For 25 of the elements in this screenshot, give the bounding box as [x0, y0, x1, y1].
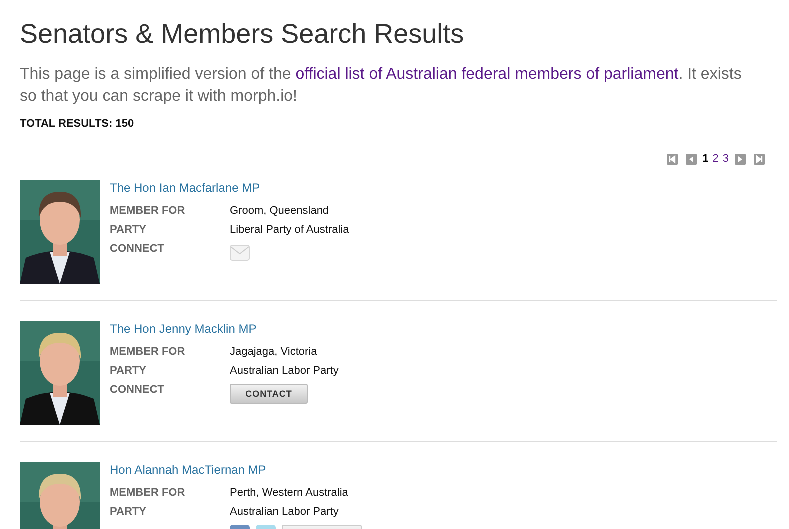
party-text: Australian Labor Party [230, 505, 339, 520]
field-label: PARTY [110, 223, 148, 238]
page-link[interactable]: 3 [722, 153, 729, 165]
field-label: CONNECT [110, 243, 164, 255]
intro-text: This page is a simplified version of the official list of Australian federal members of parliament. It exists so that you can scrape it with morph.io! [20, 65, 743, 107]
official-list-link[interactable]: official list of Australian federal members of parliament [296, 66, 679, 83]
field-label: MEMBER FOR [110, 204, 186, 219]
member-name-link[interactable]: Hon Alannah MacTiernan MP [110, 462, 362, 478]
party-text: Australian Labor Party [230, 364, 339, 379]
field-label: PARTY [110, 364, 148, 379]
member-name-link[interactable]: The Hon Jenny Macklin MP [110, 321, 339, 337]
field-label: MEMBER FOR [110, 345, 186, 360]
page-title: Senators & Members Search Results [20, 18, 466, 51]
electorate-text: Perth, Western Australia [230, 486, 348, 501]
page-link[interactable]: 2 [712, 153, 719, 165]
field-label: PARTY [110, 505, 148, 520]
member-name-link[interactable]: The Hon Ian Macfarlane MP [110, 180, 350, 196]
electorate-text: Jagajaga, Victoria [230, 345, 318, 360]
party-text: Liberal Party of Australia [230, 223, 350, 238]
field-label: CONNECT [110, 384, 164, 396]
contact-button[interactable]: CONTACT [230, 384, 308, 404]
field-label: MEMBER FOR [110, 486, 186, 501]
page-link[interactable]: 1 [702, 153, 709, 165]
total-results: TOTAL RESULTS: 150 [20, 118, 136, 130]
electorate-text: Groom, Queensland [230, 204, 330, 219]
